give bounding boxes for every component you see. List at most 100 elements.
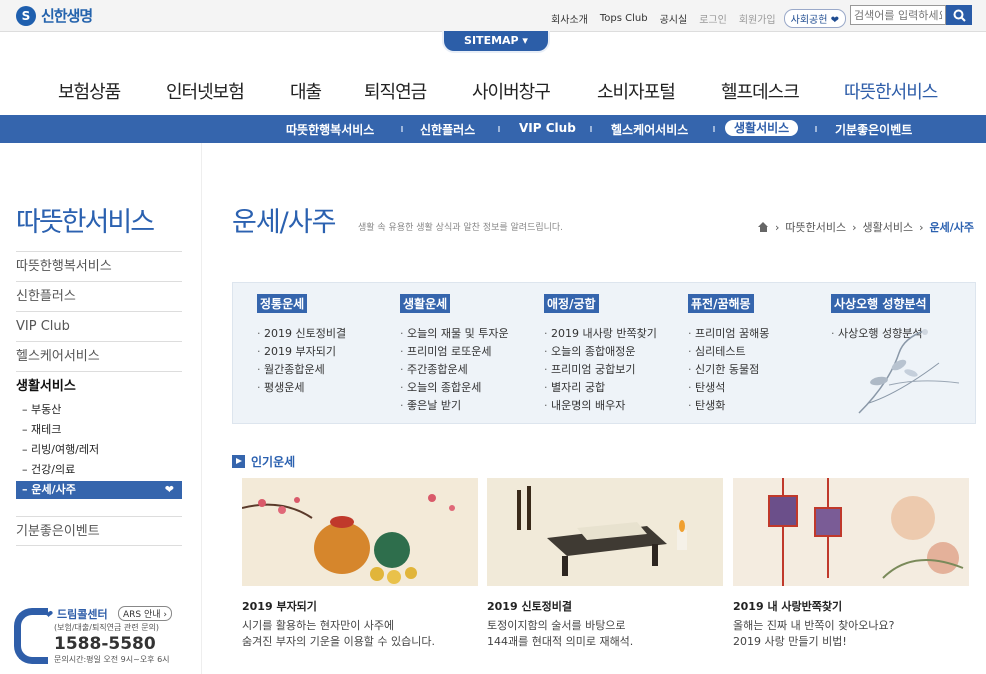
- subnav-item-vip[interactable]: VIP Club: [519, 121, 576, 135]
- gnb-item-warm-service[interactable]: 따뜻한서비스: [844, 78, 938, 104]
- category-link[interactable]: 탄생석: [688, 379, 769, 397]
- subnav-item-life[interactable]: 생활서비스: [725, 120, 799, 136]
- gnb-item-cyber-window[interactable]: 사이버창구: [472, 78, 551, 104]
- home-icon[interactable]: [757, 222, 769, 232]
- category-life: 생활운세 오늘의 재물 및 투자운 프리미엄 로또운세 주간종합운세 오늘의 종…: [400, 293, 509, 415]
- category-fusion: 퓨전/꿈해몽 프리미엄 꿈해몽 심리테스트 신기한 동물점 탄생석 탄생화: [688, 293, 769, 415]
- category-link[interactable]: 내운명의 배우자: [544, 397, 657, 415]
- lnb-item-plus[interactable]: 신한플러스: [16, 281, 182, 311]
- gnb-item-consumer-portal[interactable]: 소비자포털: [597, 78, 676, 104]
- category-link[interactable]: 오늘의 재물 및 투자운: [400, 325, 509, 343]
- top-utility-bar: S 신한생명 회사소개 Tops Club 공시실 로그인 회원가입 사회공헌 …: [0, 0, 986, 32]
- util-link-disclosure[interactable]: 공시실: [660, 11, 688, 26]
- content-divider: [201, 143, 202, 674]
- category-link[interactable]: 심리테스트: [688, 343, 769, 361]
- popular-card-rich[interactable]: 2019 부자되기 시기를 활용하는 현자만이 사주에숨겨진 부자의 기운을 이…: [242, 478, 478, 650]
- breadcrumb-item[interactable]: 따뜻한서비스: [785, 219, 846, 235]
- breadcrumb-current: 운세/사주: [929, 221, 975, 234]
- search-input[interactable]: [850, 5, 946, 25]
- category-link[interactable]: 2019 부자되기: [257, 343, 346, 361]
- orchid-illustration: [858, 329, 960, 414]
- gnb-item-internet-insurance[interactable]: 인터넷보험: [166, 78, 245, 104]
- phone-icon: [14, 608, 48, 664]
- category-link[interactable]: 월간종합운세: [257, 361, 346, 379]
- gnb-item-loan[interactable]: 대출: [290, 78, 322, 104]
- gnb-item-helpdesk[interactable]: 헬프데스크: [721, 78, 800, 104]
- fortune-category-box: 정통운세 2019 신토정비결 2019 부자되기 월간종합운세 평생운세 생활…: [232, 282, 976, 424]
- lnb-item-vip[interactable]: VIP Club: [16, 311, 182, 341]
- card-desc-line: 시기를 활용하는 현자만이 사주에: [242, 619, 395, 632]
- card-description: 시기를 활용하는 현자만이 사주에숨겨진 부자의 기운을 이용할 수 있습니다.: [242, 618, 478, 650]
- category-link[interactable]: 2019 내사랑 반쪽찾기: [544, 325, 657, 343]
- category-link[interactable]: 탄생화: [688, 397, 769, 415]
- popular-card-love[interactable]: 2019 내 사랑반쪽찾기 올해는 진짜 내 반쪽이 찾아오나요? 2019 사랑…: [733, 478, 969, 650]
- logo-mark-icon: S: [16, 5, 36, 26]
- gnb-item-pension[interactable]: 퇴직연금: [364, 78, 427, 104]
- money-bag-illustration: [242, 478, 478, 586]
- category-link[interactable]: 좋은날 받기: [400, 397, 509, 415]
- lnb-sub-label: 운세/사주: [31, 483, 76, 496]
- breadcrumb-sep: ›: [852, 220, 857, 234]
- lnb-item-life[interactable]: 생활서비스: [16, 371, 182, 401]
- play-icon: [232, 455, 245, 468]
- social-contribution-button[interactable]: 사회공헌 ❤: [783, 9, 846, 28]
- category-link[interactable]: 프리미엄 궁합보기: [544, 361, 657, 379]
- category-link[interactable]: 오늘의 종합애정운: [544, 343, 657, 361]
- popular-title: 인기운세: [251, 455, 296, 469]
- lnb-item-happy[interactable]: 따뜻한행복서비스: [16, 251, 182, 281]
- sitemap-button[interactable]: SITEMAP ▾: [442, 31, 550, 53]
- subnav-item-plus[interactable]: 신한플러스: [420, 121, 475, 138]
- util-link-tops-club[interactable]: Tops Club: [600, 13, 648, 24]
- brand-name: 신한생명: [41, 7, 93, 25]
- utility-menu: 회사소개 Tops Club 공시실 로그인 회원가입 사회공헌 ❤: [539, 9, 846, 28]
- lnb-item-healthcare[interactable]: 헬스케어서비스: [16, 341, 182, 371]
- subnav-item-healthcare[interactable]: 헬스케어서비스: [611, 121, 688, 138]
- ars-guide-button[interactable]: ARS 안내 ›: [118, 606, 173, 621]
- category-love: 애정/궁합 2019 내사랑 반쪽찾기 오늘의 종합애정운 프리미엄 궁합보기 …: [544, 293, 657, 415]
- call-center-hours: 문의시간:평일 오전 9시~오후 6시: [54, 655, 170, 664]
- category-title: 사상오행 성향분석: [831, 294, 930, 313]
- card-desc-line: 숨겨진 부자의 기운을 이용할 수 있습니다.: [242, 635, 436, 648]
- search-button[interactable]: [946, 5, 972, 25]
- popular-card-tojeong[interactable]: 2019 신토정비결 토정이지함의 술서를 바탕으로 144괘를 현대적 의미로 …: [487, 478, 723, 650]
- category-link[interactable]: 주간종합운세: [400, 361, 509, 379]
- card-image[interactable]: [242, 478, 478, 586]
- join-link[interactable]: 회원가입: [739, 11, 776, 26]
- breadcrumb-sep: ›: [919, 220, 924, 234]
- card-image[interactable]: [487, 478, 723, 586]
- login-link[interactable]: 로그인: [699, 11, 727, 26]
- category-link[interactable]: 2019 신토정비결: [257, 325, 346, 343]
- lnb-sub-health[interactable]: – 건강/의료: [16, 461, 182, 479]
- category-link[interactable]: 프리미엄 꿈해몽: [688, 325, 769, 343]
- lnb-sub-fortune[interactable]: – 운세/사주 ❤: [16, 481, 182, 499]
- category-link[interactable]: 프리미엄 로또운세: [400, 343, 509, 361]
- gnb-item-insurance[interactable]: 보험상품: [58, 78, 121, 104]
- call-center-desc: (보험/대출/퇴직연금 관련 문의): [54, 623, 160, 632]
- brand-logo[interactable]: S 신한생명: [16, 5, 93, 26]
- lnb-title: 따뜻한서비스: [16, 207, 155, 238]
- sub-nav: 따뜻한행복서비스 신한플러스 VIP Club 헬스케어서비스 생활서비스 기분…: [0, 115, 986, 143]
- subnav-item-happy[interactable]: 따뜻한행복서비스: [286, 121, 374, 138]
- search-box: [850, 5, 972, 25]
- category-link[interactable]: 오늘의 종합운세: [400, 379, 509, 397]
- lnb-sub-living[interactable]: – 리빙/여행/레저: [16, 441, 182, 459]
- card-title[interactable]: 2019 내 사랑반쪽찾기: [733, 598, 969, 614]
- category-link[interactable]: 평생운세: [257, 379, 346, 397]
- call-center: ❤ 드림콜센터 ARS 안내 › (보험/대출/퇴직연금 관련 문의) 1588…: [14, 604, 194, 670]
- lnb-sub-finance[interactable]: – 재테크: [16, 421, 182, 439]
- lnb-item-event[interactable]: 기분좋은이벤트: [16, 516, 182, 546]
- breadcrumb-sep: ›: [774, 220, 780, 234]
- card-image[interactable]: [733, 478, 969, 586]
- card-title[interactable]: 2019 신토정비결: [487, 598, 723, 614]
- card-description: 올해는 진짜 내 반쪽이 찾아오나요? 2019 사랑 만들기 비법!: [733, 618, 969, 650]
- util-link-company[interactable]: 회사소개: [551, 11, 588, 26]
- subnav-separator: [713, 126, 715, 132]
- card-title[interactable]: 2019 부자되기: [242, 598, 478, 614]
- breadcrumb-item[interactable]: 생활서비스: [862, 219, 913, 235]
- page-description: 생활 속 유용한 생활 상식과 알찬 정보를 알려드립니다.: [358, 223, 564, 233]
- category-link[interactable]: 별자리 궁합: [544, 379, 657, 397]
- category-title: 애정/궁합: [544, 294, 599, 313]
- subnav-item-event[interactable]: 기분좋은이벤트: [835, 121, 912, 138]
- lnb-sub-realestate[interactable]: – 부동산: [16, 401, 182, 419]
- category-link[interactable]: 신기한 동물점: [688, 361, 769, 379]
